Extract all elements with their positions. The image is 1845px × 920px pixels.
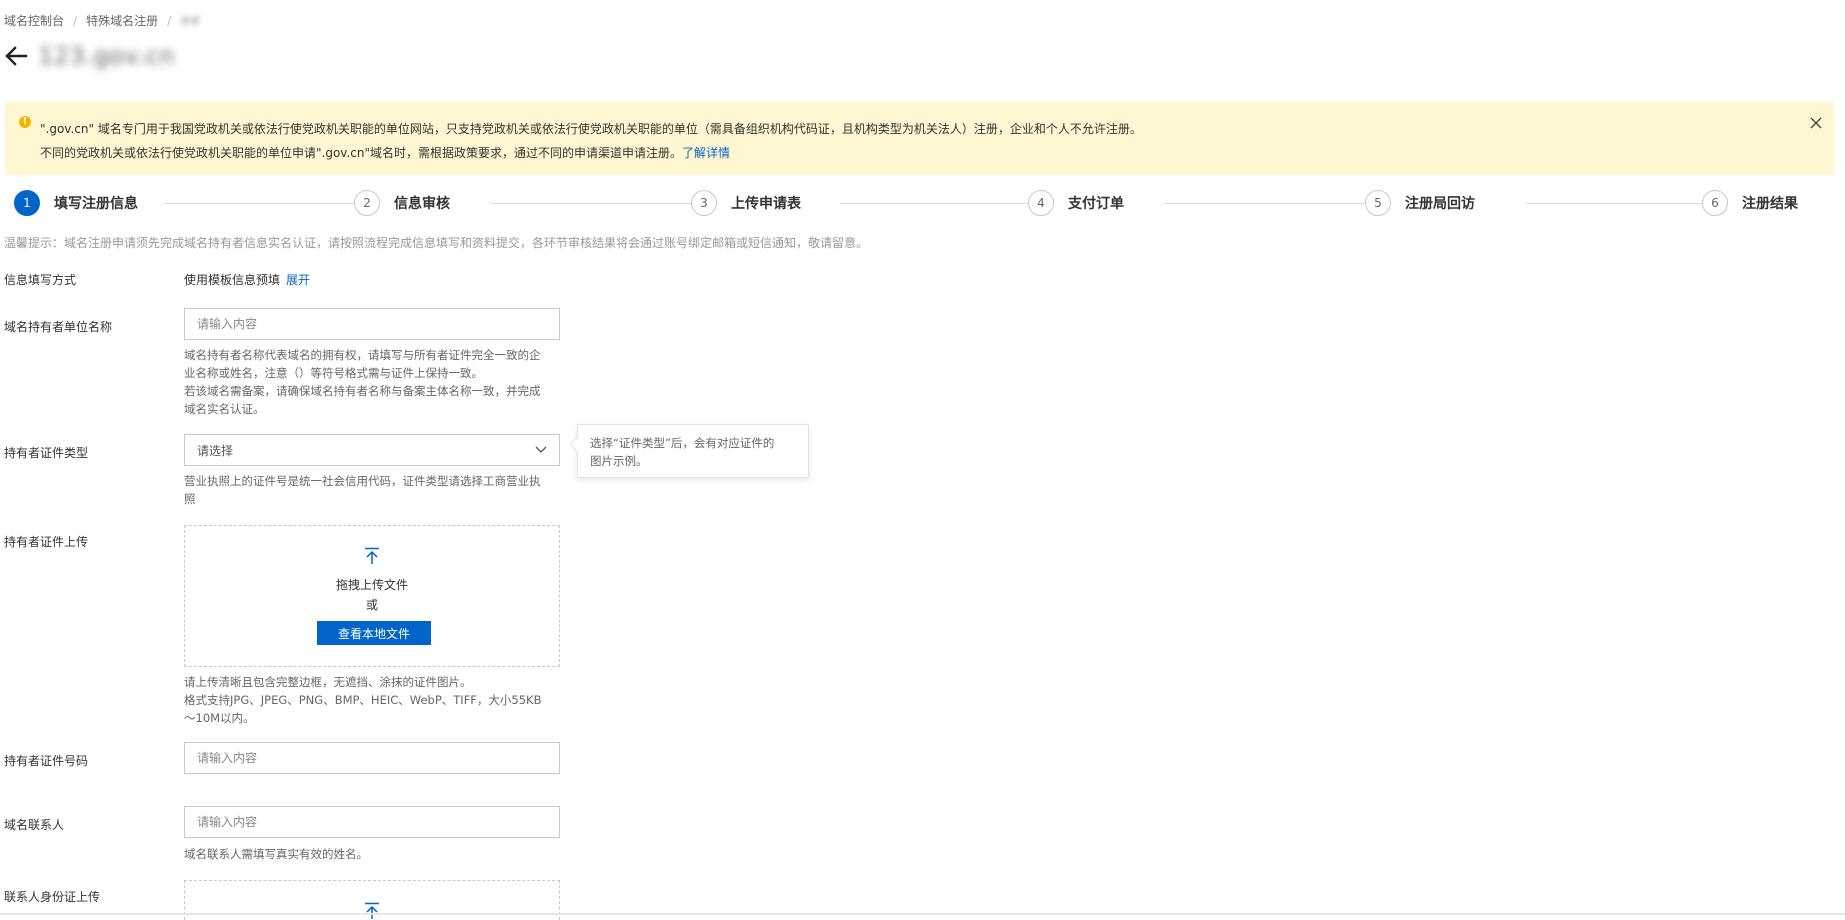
cert-type-select[interactable]: 请选择 [184,434,560,466]
close-icon [1810,117,1822,129]
progress-steps: 1 填写注册信息 2 信息审核 3 上传申请表 4 支付订单 5 注册局回访 6… [14,190,1834,222]
cert-type-help: 营业执照上的证件号是统一社会信用代码，证件类型请选择工商营业执 照 [184,472,564,508]
arrow-left-icon [5,46,28,66]
step-1: 1 填写注册信息 [14,190,138,216]
contact-input[interactable] [185,807,559,837]
help-line: 业名称或姓名，注意（）等符号格式需与证件上保持一致。 [184,366,483,380]
step-connector [1526,203,1714,204]
step-4: 4 支付订单 [1028,190,1124,216]
contact-label: 域名联系人 [4,818,65,832]
step-connector [491,203,694,204]
fill-method-value: 使用模板信息预填 展开 [184,271,310,288]
step-label: 注册结果 [1742,196,1798,212]
contact-id-upload-label: 联系人身份证上传 [4,890,101,904]
step-connector [840,203,1031,204]
step-number: 1 [14,190,40,216]
tooltip-line: 图片示例。 [590,454,648,468]
cert-upload-help: 请上传清晰且包含完整边框，无遮挡、涂抹的证件图片。 格式支持JPG、JPEG、P… [184,673,564,727]
breadcrumb-current: ## [180,13,201,28]
cert-number-field[interactable] [184,742,560,774]
holder-name-label: 域名持有者单位名称 [4,320,113,334]
back-button[interactable] [4,45,28,67]
upload-icon [365,902,379,919]
cert-type-tooltip: 选择“证件类型”后，会有对应证件的 图片示例。 [569,424,809,478]
contact-help: 域名联系人需填写真实有效的姓名。 [184,847,368,861]
warning-icon: ! [19,116,31,128]
browse-local-file-button[interactable]: 查看本地文件 [317,621,431,645]
step-number: 5 [1365,190,1391,216]
cert-upload-label: 持有者证件上传 [4,535,89,549]
close-alert-button[interactable] [1808,115,1824,131]
help-line: ～10M以内。 [184,711,255,725]
step-label: 支付订单 [1068,196,1124,212]
step-6: 6 注册结果 [1702,190,1798,216]
chevron-down-icon [535,446,547,453]
step-label: 注册局回访 [1405,196,1475,212]
contact-field[interactable] [184,806,560,838]
step-2: 2 信息审核 [354,190,450,216]
reminder-tip: 温馨提示：域名注册申请须先完成域名持有者信息实名认证，请按照流程完成信息填写和资… [4,236,869,250]
drag-upload-text: 拖拽上传文件 [335,578,408,592]
step-connector [164,203,354,204]
upload-icon [365,547,379,564]
alert-line-1: ".gov.cn" 域名专门用于我国党政机关或依法行使党政机关职能的单位网站，只… [40,122,1142,136]
step-number: 6 [1702,190,1728,216]
breadcrumb-item-special-domain[interactable]: 特殊域名注册 [86,12,158,29]
alert-line-2: 不同的党政机关或依法行使党政机关职能的单位申请".gov.cn"域名时，需根据政… [40,146,731,160]
fill-method-label: 信息填写方式 [4,273,77,287]
cert-upload-dropzone[interactable]: 拖拽上传文件 或 查看本地文件 [184,525,560,667]
breadcrumb-item-domain-console[interactable]: 域名控制台 [4,12,64,29]
notice-alert: ! ".gov.cn" 域名专门用于我国党政机关或依法行使党政机关职能的单位网站… [5,102,1834,175]
cert-number-input[interactable] [185,743,559,773]
cert-type-label: 持有者证件类型 [4,446,89,460]
breadcrumb-separator: / [73,13,78,28]
step-label: 上传申请表 [731,196,801,212]
page-title: 123.gov.cn [38,42,175,70]
tooltip-arrow [569,436,586,453]
help-line: 营业执照上的证件号是统一社会信用代码，证件类型请选择工商营业执 [184,474,541,488]
template-prefill-text: 使用模板信息预填 [184,273,281,287]
step-3: 3 上传申请表 [691,190,801,216]
cert-type-placeholder: 请选择 [197,443,234,458]
holder-name-help: 域名持有者名称代表域名的拥有权，请填写与所有者证件完全一致的企 业名称或姓名，注… [184,346,564,418]
holder-name-input[interactable] [185,309,559,339]
help-line: 照 [184,492,196,506]
help-line: 若该域名需备案，请确保域名持有者名称与备案主体名称一致，并完成 [184,384,541,398]
step-number: 3 [691,190,717,216]
step-number: 4 [1028,190,1054,216]
help-line: 请上传清晰且包含完整边框，无遮挡、涂抹的证件图片。 [184,675,472,689]
step-5: 5 注册局回访 [1365,190,1475,216]
help-line: 域名实名认证。 [184,402,265,416]
cert-number-label: 持有者证件号码 [4,754,89,768]
expand-link[interactable]: 展开 [286,273,310,287]
step-label: 信息审核 [394,196,450,212]
step-connector [1164,203,1368,204]
breadcrumb-separator: / [167,13,172,28]
step-number: 2 [354,190,380,216]
help-line: 格式支持JPG、JPEG、PNG、BMP、HEIC、WebP、TIFF，大小55… [184,693,542,707]
breadcrumb: 域名控制台 / 特殊域名注册 / ## [4,12,200,29]
or-text: 或 [365,598,378,612]
tooltip-line: 选择“证件类型”后，会有对应证件的 [590,436,775,450]
learn-more-link[interactable]: 了解详情 [682,146,730,160]
help-line: 域名持有者名称代表域名的拥有权，请填写与所有者证件完全一致的企 [184,348,541,362]
holder-name-field[interactable] [184,308,560,340]
step-label: 填写注册信息 [54,196,138,212]
